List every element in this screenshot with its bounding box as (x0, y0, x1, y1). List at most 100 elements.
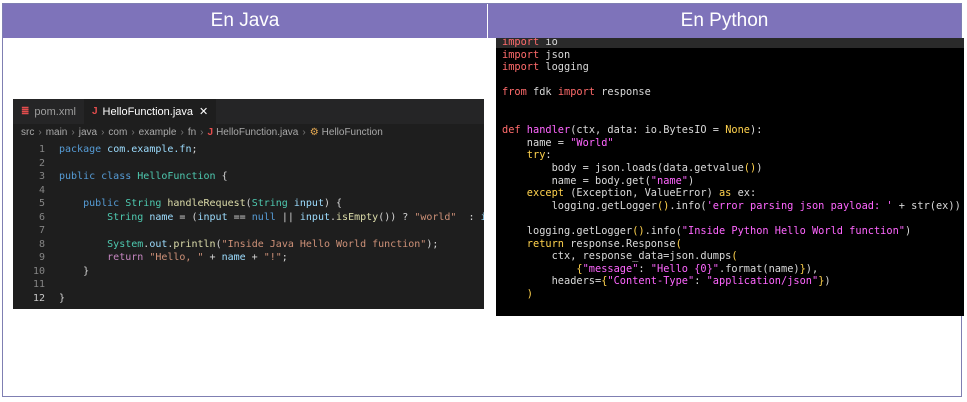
code-token: } (59, 292, 66, 304)
code-token: () (743, 161, 757, 174)
code-token: ) (824, 275, 831, 288)
code-token: .info( (669, 199, 707, 212)
code-token: None (725, 124, 751, 137)
code-token: .info( (644, 224, 682, 237)
code-token: ), (805, 262, 819, 275)
code-token: "Inside Java Hello World function" (221, 238, 427, 250)
code-line: 9 return "Hello, " + name + "!"; (13, 251, 484, 265)
code-token: : (456, 211, 481, 223)
code-token: logging.getLogger (502, 224, 633, 237)
code-line: 7 (13, 224, 484, 238)
python-code-area[interactable]: import io import json import logging from f… (502, 38, 961, 300)
code-token: as (718, 187, 732, 200)
code-line: 6 String name = (input == null || input.… (13, 211, 484, 225)
code-line: def handler(ctx, data: io.BytesIO = None… (502, 124, 961, 137)
code-token: "world" (414, 211, 457, 223)
code-token: "Inside Python Hello World function" (681, 224, 905, 237)
code-token: body = json.loads(data.getvalue (502, 161, 744, 174)
code-token: def (502, 124, 521, 137)
line-number: 10 (32, 265, 45, 277)
code-token: HelloFunction (137, 171, 216, 182)
close-icon[interactable]: ✕ (199, 105, 208, 118)
code-token: String (251, 198, 294, 209)
code-token: "World" (570, 136, 614, 149)
code-token: + (203, 252, 222, 263)
xml-file-icon: ≣ (21, 106, 30, 117)
code-token: try (502, 149, 546, 162)
code-token: package (59, 144, 108, 155)
code-token: name (149, 211, 174, 223)
line-number: 9 (38, 252, 45, 263)
code-token: = ( (173, 211, 198, 223)
code-token: name = (502, 136, 571, 149)
code-token: (Exception, ValueError) (564, 187, 719, 200)
code-token: : (694, 275, 707, 288)
code-line: 2 (13, 157, 484, 171)
chevron-right-icon: › (101, 127, 105, 138)
code-token: logging (539, 61, 589, 74)
java-file-icon: J (207, 127, 214, 138)
java-file-icon: J (91, 106, 98, 117)
code-token: () (632, 224, 645, 237)
code-token: String (125, 198, 168, 209)
chevron-right-icon: › (180, 127, 184, 138)
code-token: com.example.fn (107, 144, 192, 155)
code-token: ( (675, 237, 682, 250)
code-line: 8 System.out.println("Inside Java Hello … (13, 238, 484, 252)
code-token: "name" (650, 174, 688, 187)
code-token: System (59, 238, 144, 250)
code-token: .format(name) (719, 262, 800, 275)
code-token: return (59, 252, 150, 263)
breadcrumb-item[interactable]: fn (188, 127, 196, 138)
code-token: import (502, 38, 540, 48)
tab-hellofunction-java[interactable]: J HelloFunction.java ✕ (83, 99, 217, 124)
editor-tab-bar: ≣ pom.xml J HelloFunction.java ✕ (13, 99, 484, 124)
code-token: input (299, 211, 330, 223)
chevron-right-icon: › (131, 127, 135, 138)
breadcrumb-item[interactable]: src (21, 127, 34, 138)
code-token: import (502, 61, 540, 74)
code-line: name = body.get("name") (502, 175, 961, 188)
tab-label: HelloFunction.java (102, 105, 194, 118)
code-token: except (502, 187, 564, 200)
code-line: from fdk import response (502, 86, 961, 99)
line-number: 1 (38, 144, 45, 155)
breadcrumb-item[interactable]: main (46, 127, 68, 138)
code-token: input (197, 211, 228, 223)
breadcrumb-item[interactable]: example (139, 127, 177, 138)
code-token: name = body.get( (502, 174, 651, 187)
breadcrumb-item[interactable]: HelloFunction (322, 127, 383, 138)
code-token: "!" (263, 252, 282, 263)
code-token: () (656, 199, 670, 212)
code-token: ( (731, 250, 738, 263)
line-number: 7 (38, 225, 45, 236)
code-token: == (227, 211, 252, 223)
code-token: 'error parsing json payload: ' (706, 199, 893, 212)
line-number: 2 (38, 157, 45, 169)
breadcrumb-item[interactable]: com (108, 127, 127, 138)
code-token: public (59, 198, 126, 209)
java-code-area[interactable]: 1 package com.example.fn; 2 3 public class H… (13, 141, 484, 305)
code-token: ): (750, 124, 763, 137)
code-token: response.Response (564, 237, 676, 250)
code-token: isEmpty (336, 211, 379, 223)
line-text: public String handleRequest(String input… (59, 197, 342, 211)
breadcrumb-item[interactable]: java (79, 127, 97, 138)
chevron-right-icon: › (200, 127, 204, 138)
line-text: public class HelloFunction { (59, 170, 228, 184)
line-text: } (59, 292, 65, 306)
code-token: { (502, 262, 583, 275)
code-token: "Hello {0}" (650, 262, 719, 275)
breadcrumb-item[interactable]: HelloFunction.java (216, 127, 298, 138)
code-line: import logging (502, 61, 961, 74)
code-line: name = "World" (502, 137, 961, 150)
code-line: return response.Response( (502, 238, 961, 251)
python-editor-window: import io import json import logging from f… (496, 38, 964, 316)
breadcrumb: src › main › java › com › example › fn › J Hel… (13, 124, 484, 141)
code-token: (ctx, data: io.BytesIO = (570, 124, 726, 137)
tab-pom-xml[interactable]: ≣ pom.xml (13, 99, 84, 124)
code-token: String (59, 211, 150, 223)
code-token: null (251, 211, 276, 223)
code-token: input (293, 198, 324, 209)
